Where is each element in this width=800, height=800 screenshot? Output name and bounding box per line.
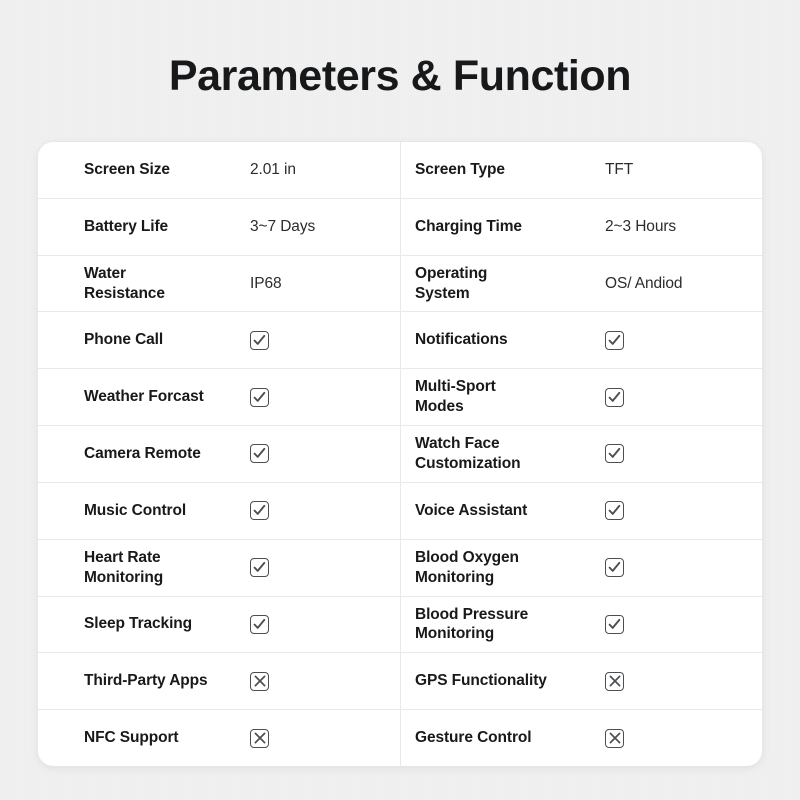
table-row: Water Resistance IP68 Operating System OS/ …	[38, 255, 762, 313]
spec-cell-right: Blood Oxygen Monitoring	[400, 539, 762, 596]
check-icon[interactable]	[250, 501, 269, 521]
spec-label: Phone Call	[84, 331, 164, 349]
spec-cell-right: Notifications	[400, 312, 762, 369]
spec-cell-left: Water Resistance IP68	[38, 256, 400, 312]
table-row: Heart Rate Monitoring Blood Oxygen Monito…	[38, 539, 762, 597]
spec-cell-left: Third-Party Apps	[38, 653, 400, 709]
cross-icon[interactable]	[250, 728, 269, 748]
check-icon[interactable]	[250, 387, 269, 407]
spec-value: 2~3 Hours	[605, 217, 677, 235]
spec-cell-right: Watch Face Customization	[400, 426, 762, 482]
spec-label: Blood Pressure Monitoring	[415, 605, 529, 643]
spec-cell-right: Charging Time 2~3 Hours	[400, 198, 762, 255]
table-row: Screen Size 2.01 in Screen Type TFT	[38, 142, 762, 199]
spec-cell-left: Music Control	[38, 483, 400, 539]
spec-label: GPS Functionality	[415, 672, 547, 690]
spec-label: Operating System	[415, 264, 488, 302]
spec-cell-left: Heart Rate Monitoring	[38, 540, 400, 596]
table-row: Battery Life 3~7 Days Charging Time 2~3 Hou…	[38, 198, 762, 256]
cross-icon[interactable]	[605, 671, 624, 691]
spec-cell-right: Blood Pressure Monitoring	[400, 596, 762, 653]
spec-cell-right: Screen Type TFT	[400, 142, 762, 198]
spec-label: Sleep Tracking	[84, 615, 193, 633]
spec-label: Heart Rate Monitoring	[84, 548, 164, 586]
spec-cell-left: Sleep Tracking	[38, 597, 400, 653]
spec-label: Water Resistance	[84, 264, 165, 302]
check-icon[interactable]	[250, 614, 269, 634]
spec-label: Gesture Control	[415, 729, 532, 747]
spec-label: Voice Assistant	[415, 501, 528, 519]
spec-cell-left: Camera Remote	[38, 426, 400, 482]
table-row: NFC Support Gesture Control	[38, 710, 762, 766]
spec-label: Screen Type	[415, 160, 505, 178]
spec-cell-right: Voice Assistant	[400, 482, 762, 539]
spec-value: IP68	[250, 274, 282, 292]
cross-icon[interactable]	[605, 728, 624, 748]
check-icon[interactable]	[605, 387, 624, 407]
spec-cell-right: Operating System OS/ Andiod	[400, 255, 762, 312]
spec-cell-right: Gesture Control	[400, 710, 762, 766]
spec-label: Blood Oxygen Monitoring	[415, 548, 519, 586]
table-row: Camera Remote Watch Face Customization	[38, 426, 762, 483]
spec-cell-left: Phone Call	[38, 312, 400, 368]
check-icon[interactable]	[250, 330, 269, 350]
spec-value: OS/ Andiod	[605, 274, 683, 292]
specifications-card: Screen Size 2.01 in Screen Type TFT Battery …	[38, 142, 762, 766]
check-icon[interactable]	[250, 558, 269, 578]
spec-cell-right: Multi-Sport Modes	[400, 369, 762, 426]
spec-label: Watch Face Customization	[415, 435, 521, 472]
spec-label: NFC Support	[84, 729, 179, 747]
spec-cell-left: Weather Forcast	[38, 369, 400, 425]
spec-label: Music Control	[84, 501, 187, 519]
check-icon[interactable]	[605, 444, 624, 464]
spec-label: Notifications	[415, 331, 508, 349]
check-icon[interactable]	[605, 614, 624, 634]
spec-label: Third-Party Apps	[84, 672, 208, 690]
table-row: Phone Call Notifications	[38, 312, 762, 370]
table-row: Music Control Voice Assistant	[38, 482, 762, 540]
check-icon[interactable]	[605, 501, 624, 521]
spec-label: Weather Forcast	[84, 388, 204, 406]
spec-value: 2.01 in	[250, 160, 296, 178]
spec-label: Charging Time	[415, 217, 522, 235]
spec-label: Battery Life	[84, 217, 169, 235]
table-row: Third-Party Apps GPS Functionality	[38, 653, 762, 711]
table-row: Sleep Tracking Blood Pressure Monitoring	[38, 596, 762, 654]
page-root: Parameters & Function Screen Size 2.01 in…	[0, 0, 800, 800]
spec-cell-right: GPS Functionality	[400, 653, 762, 710]
spec-label: Multi-Sport Modes	[415, 378, 496, 416]
spec-value: 3~7 Days	[250, 217, 316, 235]
spec-label: Camera Remote	[84, 445, 201, 463]
check-icon[interactable]	[605, 330, 624, 350]
cross-icon[interactable]	[250, 671, 269, 691]
spec-value: TFT	[605, 160, 634, 178]
spec-cell-left: Battery Life 3~7 Days	[38, 199, 400, 255]
page-title: Parameters & Function	[168, 52, 632, 100]
check-icon[interactable]	[250, 444, 269, 464]
table-row: Weather Forcast Multi-Sport Modes	[38, 369, 762, 427]
spec-label: Screen Size	[84, 160, 170, 178]
check-icon[interactable]	[605, 558, 624, 578]
spec-cell-left: NFC Support	[38, 710, 400, 766]
spec-cell-left: Screen Size 2.01 in	[38, 142, 400, 198]
